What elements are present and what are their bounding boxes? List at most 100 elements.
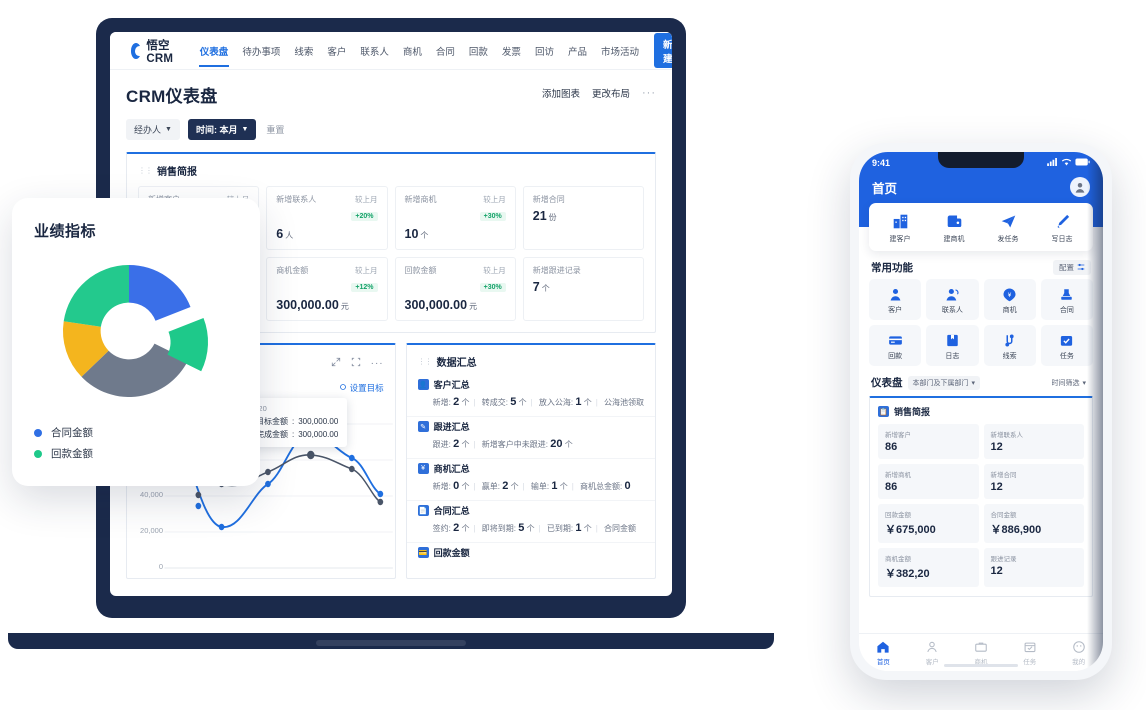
phone-stat-value: 86 bbox=[885, 481, 898, 493]
tab-label: 首页 bbox=[876, 659, 890, 666]
stat-unit: 个 bbox=[541, 284, 550, 293]
phone-stat[interactable]: 新增联系人 12 bbox=[983, 424, 1084, 459]
add-chart-button[interactable]: 添加图表 bbox=[542, 86, 580, 100]
legend-item: 回款金额 bbox=[34, 446, 238, 461]
user-avatar-icon[interactable] bbox=[1070, 177, 1090, 197]
nav-item-todo[interactable]: 待办事项 bbox=[235, 34, 287, 67]
panel-more-icon[interactable]: ··· bbox=[371, 358, 384, 369]
metric-value: 0 bbox=[453, 480, 460, 492]
phone-screen: 9:41 首页 建客户 建商机 发任务 写日志 常用功能 配置 客户 联系人 ¥… bbox=[859, 152, 1103, 671]
legend-color-icon bbox=[34, 428, 42, 437]
stat-card[interactable]: 新增跟进记录 7个 bbox=[522, 257, 644, 321]
fullscreen-icon[interactable] bbox=[351, 354, 361, 372]
phone-stat[interactable]: 跟进记录 12 bbox=[983, 548, 1084, 587]
drag-handle-icon[interactable]: ⋮⋮ bbox=[138, 166, 153, 175]
phone-stat-label: 回款金额 bbox=[885, 512, 911, 519]
nav-item-customers[interactable]: 客户 bbox=[320, 34, 353, 67]
dept-filter[interactable]: 本部门及下属部门 ▾ bbox=[907, 375, 981, 390]
nav-item-invoices[interactable]: 发票 bbox=[495, 34, 528, 67]
apps-grid-icon[interactable] bbox=[120, 43, 123, 58]
brand-logo-group[interactable]: 悟空CRM bbox=[131, 37, 179, 65]
summary-metrics: 跟进: 2 个 | 新增客户中未跟进: 20 个 bbox=[432, 438, 573, 450]
stat-delta: +12% bbox=[351, 283, 378, 292]
compare-label: 较上月 bbox=[483, 266, 506, 275]
more-options-button[interactable]: ··· bbox=[642, 87, 656, 99]
nav-item-leads[interactable]: 线索 bbox=[287, 34, 320, 67]
stat-card[interactable]: 回款金额 较上月 +30% 300,000.00 元 bbox=[394, 257, 516, 321]
legend-item: 合同金额 bbox=[34, 425, 238, 440]
quick-action-send-task[interactable]: 发任务 bbox=[981, 211, 1035, 244]
expand-icon[interactable] bbox=[331, 354, 341, 372]
summary-group: 📄 合同汇总 签约: 2 个 | 即将到期: 5 个 | 已到期: 1 个 | 合同金… bbox=[406, 501, 655, 543]
performance-card-title: 业绩指标 bbox=[34, 223, 97, 240]
nav-item-contracts[interactable]: 合同 bbox=[429, 34, 462, 67]
nav-item-visits[interactable]: 回访 bbox=[528, 34, 561, 67]
gear-icon bbox=[339, 383, 347, 393]
phone-stat-label: 新增联系人 bbox=[990, 432, 1024, 439]
tooltip-date: 07.20 bbox=[248, 404, 338, 413]
tab-home[interactable]: 首页 bbox=[859, 639, 908, 666]
time-filter[interactable]: 时间: 本月 ▼ bbox=[187, 119, 257, 140]
quick-action-create-opportunity[interactable]: 建商机 bbox=[927, 211, 981, 244]
phone-stat[interactable]: 回款金额 ￥675,000 bbox=[878, 504, 979, 543]
quick-action-write-log[interactable]: 写日志 bbox=[1035, 211, 1089, 244]
nav-item-opportunities[interactable]: 商机 bbox=[396, 34, 429, 67]
change-layout-button[interactable]: 更改布局 bbox=[592, 86, 630, 100]
metric-unit: 个 bbox=[559, 482, 568, 491]
nav-item-contacts[interactable]: 联系人 bbox=[353, 34, 396, 67]
func-payments[interactable]: 回款 bbox=[869, 325, 922, 366]
summary-group: 👤 客户汇总 新增: 2 个 | 转成交: 5 个 | 放入公海: 1 个 | 公海池… bbox=[406, 375, 655, 417]
business-icon: ¥ bbox=[417, 463, 429, 474]
phone-stat[interactable]: 商机金额 ￥382,20 bbox=[878, 548, 979, 587]
phone-stat[interactable]: 合同金额 ￥886,900 bbox=[983, 504, 1084, 543]
func-logs[interactable]: 日志 bbox=[926, 325, 979, 366]
func-tasks[interactable]: 任务 bbox=[1040, 325, 1093, 366]
tab-tasks[interactable]: 任务 bbox=[1005, 639, 1054, 666]
nav-item-products[interactable]: 产品 bbox=[561, 34, 594, 67]
stat-card[interactable]: 新增商机 较上月 +30% 10 个 bbox=[394, 186, 516, 250]
nav-item-campaigns[interactable]: 市场活动 bbox=[594, 34, 646, 67]
stat-card[interactable]: 新增合同 21 份 bbox=[522, 186, 644, 250]
nav-item-payments[interactable]: 回款 bbox=[462, 34, 495, 67]
summary-panel-header: ⋮⋮ 数据汇总 bbox=[407, 345, 655, 375]
configure-button[interactable]: 配置 bbox=[1053, 260, 1091, 275]
laptop-trackpad-notch bbox=[316, 640, 466, 646]
func-contracts[interactable]: 合同 bbox=[1040, 279, 1093, 320]
reset-filter-button[interactable]: 重置 bbox=[264, 119, 286, 140]
page-header: CRM仪表盘 添加图表 更改布局 ··· bbox=[110, 70, 672, 107]
tooltip-series-value: 300,000.00 bbox=[298, 417, 339, 426]
metric-label: 已到期 bbox=[546, 524, 571, 533]
stat-value: 300,000.00 bbox=[404, 298, 468, 312]
set-goal-button[interactable]: 设置目标 bbox=[339, 382, 384, 394]
owner-filter[interactable]: 经办人 ▼ bbox=[126, 119, 180, 140]
tab-profile[interactable]: 我的 bbox=[1054, 639, 1103, 666]
status-time: 9:41 bbox=[872, 158, 891, 168]
stat-label: 商机金额 bbox=[276, 266, 309, 275]
tab-customers[interactable]: 客户 bbox=[908, 639, 957, 666]
metric-unit: 个 bbox=[564, 440, 573, 449]
metric-label: 签约 bbox=[432, 524, 449, 533]
stat-card[interactable]: 商机金额 较上月 +12% 300,000.00 元 bbox=[266, 257, 388, 321]
stat-card[interactable]: 新增联系人 较上月 +20% 6人 bbox=[266, 186, 388, 250]
metric-unit: 个 bbox=[583, 398, 592, 407]
func-label: 联系人 bbox=[941, 307, 963, 314]
func-leads[interactable]: 线索 bbox=[983, 325, 1036, 366]
func-label: 线索 bbox=[1002, 353, 1017, 360]
time-filter[interactable]: 时间筛选 ▾ bbox=[1046, 375, 1091, 390]
quick-action-create-customer[interactable]: 建客户 bbox=[873, 211, 927, 244]
home-indicator bbox=[944, 664, 1018, 667]
new-button[interactable]: 新建 bbox=[653, 33, 672, 68]
y-axis-tick: 40,000 bbox=[140, 490, 163, 499]
drag-handle-icon[interactable]: ⋮⋮ bbox=[418, 357, 433, 366]
func-contacts[interactable]: 联系人 bbox=[926, 279, 979, 320]
func-customers[interactable]: 客户 bbox=[869, 279, 922, 320]
phone-stat[interactable]: 新增商机 86 bbox=[878, 464, 979, 499]
phone-stat[interactable]: 新增客户 86 bbox=[878, 424, 979, 459]
func-opportunities[interactable]: ¥ 商机 bbox=[983, 279, 1036, 320]
phone-stat-label: 合同金额 bbox=[990, 512, 1017, 519]
nav-item-dashboard[interactable]: 仪表盘 bbox=[193, 34, 236, 67]
tab-opportunities[interactable]: 商机 bbox=[957, 639, 1006, 666]
phone-stat-label: 跟进记录 bbox=[990, 556, 1017, 563]
phone-stat[interactable]: 新增合同 12 bbox=[983, 464, 1084, 499]
task-icon bbox=[1041, 331, 1093, 349]
